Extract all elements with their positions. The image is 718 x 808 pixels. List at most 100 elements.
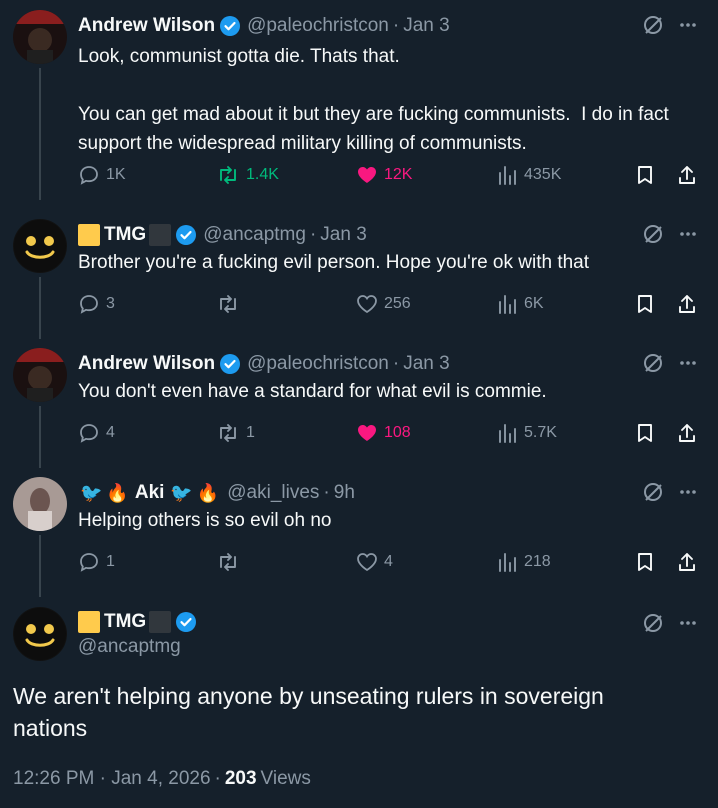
- grok-icon[interactable]: [642, 612, 664, 634]
- action-bar: 4 1 108 5.7K: [78, 422, 698, 448]
- verified-badge-icon: [220, 354, 241, 374]
- bird-emoji: 🐦: [170, 482, 193, 503]
- like-button[interactable]: 4: [356, 551, 393, 573]
- display-name[interactable]: TMG: [104, 611, 146, 633]
- tweet-header: Andrew Wilson @paleochristcon · Jan 3: [78, 14, 450, 38]
- tweet-text: Helping others is so evil oh no: [78, 510, 332, 531]
- timestamp[interactable]: 9h: [334, 482, 355, 504]
- action-bar: 1K 1.4K 12K 435K: [78, 164, 698, 190]
- more-icon[interactable]: [678, 15, 698, 35]
- views-button[interactable]: 435K: [496, 164, 561, 186]
- views-icon: [499, 424, 516, 443]
- post-meta: 12:26 PM · Jan 4, 2026 · 203 Views: [13, 768, 311, 790]
- timestamp[interactable]: Jan 3: [320, 224, 366, 246]
- repost-icon: [220, 295, 236, 313]
- views-count: 203: [224, 768, 257, 789]
- bookmark-button[interactable]: [634, 164, 662, 186]
- reply-tweet[interactable]: 🐦 🔥 Aki 🐦 🔥 @aki_lives · 9h Helping othe…: [0, 477, 718, 597]
- main-post-name-row: TMG: [78, 608, 197, 636]
- like-button[interactable]: 108: [356, 422, 411, 444]
- share-button[interactable]: [676, 164, 704, 186]
- conversation-thread: Andrew Wilson @paleochristcon · Jan 3 Lo…: [0, 0, 718, 808]
- bookmark-button[interactable]: [634, 422, 662, 444]
- handle[interactable]: @paleochristcon: [247, 353, 389, 375]
- bookmark-button[interactable]: [634, 293, 662, 315]
- views-button[interactable]: 218: [496, 551, 551, 573]
- handle[interactable]: @aki_lives: [227, 482, 319, 504]
- views-icon: [499, 295, 516, 314]
- repost-button[interactable]: 1: [216, 422, 255, 444]
- reply-count: 1K: [106, 166, 126, 183]
- display-name[interactable]: TMG: [104, 224, 146, 246]
- views-icon: [499, 166, 516, 185]
- separator-dot: ·: [392, 15, 400, 36]
- separator-dot: ·: [214, 768, 221, 789]
- display-name[interactable]: Andrew Wilson: [78, 15, 215, 37]
- yellow-square-emoji: [78, 224, 100, 246]
- repost-button[interactable]: [216, 551, 246, 573]
- black-square-emoji: [149, 224, 172, 246]
- views-button[interactable]: 6K: [496, 293, 544, 315]
- share-icon: [679, 424, 695, 442]
- handle[interactable]: @paleochristcon: [247, 15, 389, 37]
- bookmark-icon: [638, 553, 652, 571]
- fire-emoji: 🔥: [196, 482, 220, 503]
- tweet-top-actions: [642, 223, 698, 245]
- like-button[interactable]: 12K: [356, 164, 412, 186]
- display-name[interactable]: Andrew Wilson: [78, 353, 215, 375]
- share-button[interactable]: [676, 293, 704, 315]
- like-button[interactable]: 256: [356, 293, 411, 315]
- avatar[interactable]: [13, 607, 67, 661]
- grok-icon[interactable]: [642, 481, 664, 503]
- tweet-top-actions: [642, 612, 698, 634]
- separator-dot: ·: [309, 224, 317, 245]
- share-icon: [679, 295, 695, 313]
- avatar[interactable]: [13, 477, 67, 531]
- repost-button[interactable]: 1.4K: [216, 164, 279, 186]
- views-count: 435K: [524, 166, 562, 183]
- avatar[interactable]: [13, 348, 67, 402]
- timestamp[interactable]: Jan 3: [403, 15, 449, 37]
- like-count: 256: [384, 295, 411, 312]
- grok-icon[interactable]: [642, 14, 664, 36]
- reply-tweet[interactable]: Andrew Wilson @paleochristcon · Jan 3 Lo…: [0, 10, 718, 200]
- grok-icon[interactable]: [642, 352, 664, 374]
- reply-count: 4: [106, 424, 115, 441]
- reply-button[interactable]: 1K: [78, 164, 126, 186]
- share-button[interactable]: [676, 551, 704, 573]
- black-square-emoji: [149, 611, 172, 633]
- reply-tweet[interactable]: Andrew Wilson @paleochristcon · Jan 3 Yo…: [0, 348, 718, 468]
- reply-button[interactable]: 3: [78, 293, 115, 315]
- repost-icon: [220, 424, 236, 442]
- repost-count: 1: [246, 424, 255, 441]
- avatar[interactable]: [13, 219, 67, 273]
- handle[interactable]: @ancaptmg: [78, 636, 181, 658]
- share-icon: [679, 553, 695, 571]
- more-icon[interactable]: [678, 224, 698, 244]
- more-icon[interactable]: [678, 613, 698, 633]
- views-button[interactable]: 5.7K: [496, 422, 557, 444]
- tweet-header: TMG @ancaptmg · Jan 3: [78, 223, 367, 247]
- repost-icon: [220, 553, 236, 571]
- more-icon[interactable]: [678, 353, 698, 373]
- share-button[interactable]: [676, 422, 704, 444]
- bookmark-icon: [638, 424, 652, 442]
- display-name[interactable]: Aki: [135, 482, 165, 504]
- reply-button[interactable]: 4: [78, 422, 115, 444]
- repost-button[interactable]: [216, 293, 246, 315]
- handle[interactable]: @ancaptmg: [203, 224, 306, 246]
- reply-tweet[interactable]: TMG @ancaptmg · Jan 3 Brother you're a f…: [0, 219, 718, 339]
- fire-emoji: 🔥: [106, 482, 129, 503]
- verified-badge-icon: [176, 612, 197, 632]
- timestamp[interactable]: Jan 3: [403, 353, 449, 375]
- tweet-text: Brother you're a fucking evil person. Ho…: [78, 252, 590, 273]
- grok-icon[interactable]: [642, 223, 664, 245]
- like-count: 108: [384, 424, 411, 441]
- bird-emoji: 🐦: [80, 482, 103, 503]
- reply-button[interactable]: 1: [78, 551, 115, 573]
- bookmark-button[interactable]: [634, 551, 662, 573]
- avatar[interactable]: [13, 10, 67, 64]
- post-timestamp[interactable]: 12:26 PM · Jan 4, 2026: [13, 768, 211, 790]
- tweet-top-actions: [642, 481, 698, 503]
- more-icon[interactable]: [678, 482, 698, 502]
